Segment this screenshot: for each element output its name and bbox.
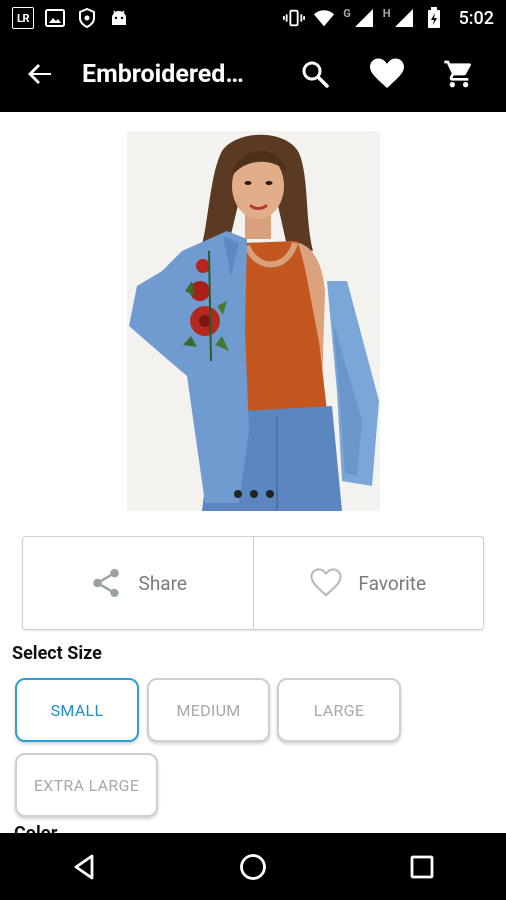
share-favorite-box: Share Favorite [22, 536, 484, 630]
favorite-button[interactable]: Favorite [254, 537, 484, 629]
page-title: Embroidered… [82, 59, 244, 89]
nav-home-button[interactable] [223, 837, 283, 897]
circle-home-icon [240, 853, 266, 880]
favorite-label: Favorite [358, 571, 427, 595]
vibrate-icon [283, 7, 306, 29]
product-photo [127, 131, 380, 511]
pager-dot[interactable] [249, 490, 258, 498]
signal-icon [353, 7, 375, 29]
network-type-h: H [382, 6, 391, 20]
heart-icon [370, 58, 404, 88]
status-bar: LR G H 5:02 [0, 0, 506, 36]
favorite-toolbar-button[interactable] [362, 49, 412, 99]
app-bar: Embroidered… [0, 36, 506, 112]
lr-app-icon: LR [12, 7, 34, 29]
status-time: 5:02 [458, 7, 494, 29]
system-nav-bar [0, 833, 506, 900]
share-button[interactable]: Share [23, 537, 253, 629]
cart-button[interactable] [434, 49, 484, 99]
search-icon [302, 61, 329, 88]
triangle-back-icon [74, 854, 94, 879]
select-size-heading: Select Size [12, 643, 102, 664]
back-button[interactable] [20, 54, 60, 94]
nav-back-button[interactable] [54, 837, 114, 897]
size-option-medium[interactable]: MEDIUM [147, 678, 270, 742]
share-label: Share [138, 571, 187, 595]
signal-icon [393, 7, 415, 29]
search-button[interactable] [290, 49, 340, 99]
pager-dot[interactable] [265, 490, 274, 498]
battery-icon [423, 7, 445, 29]
android-icon [108, 7, 130, 29]
square-recents-icon [410, 855, 434, 878]
size-option-small[interactable]: SMALL [15, 678, 139, 742]
share-icon [92, 568, 119, 598]
nav-recents-button[interactable] [392, 837, 452, 897]
size-option-large[interactable]: LARGE [277, 678, 401, 742]
wifi-icon [313, 7, 335, 29]
arrow-back-icon [28, 64, 51, 84]
shield-icon [76, 7, 98, 29]
heart-outline-icon [310, 568, 342, 597]
image-pager-indicator [127, 490, 380, 498]
pager-dot[interactable] [233, 490, 242, 498]
cart-icon [444, 60, 472, 88]
image-icon [44, 7, 66, 29]
product-image[interactable] [127, 131, 380, 511]
network-type-g: G [343, 6, 351, 20]
size-option-extra-large[interactable]: EXTRA LARGE [15, 753, 158, 817]
